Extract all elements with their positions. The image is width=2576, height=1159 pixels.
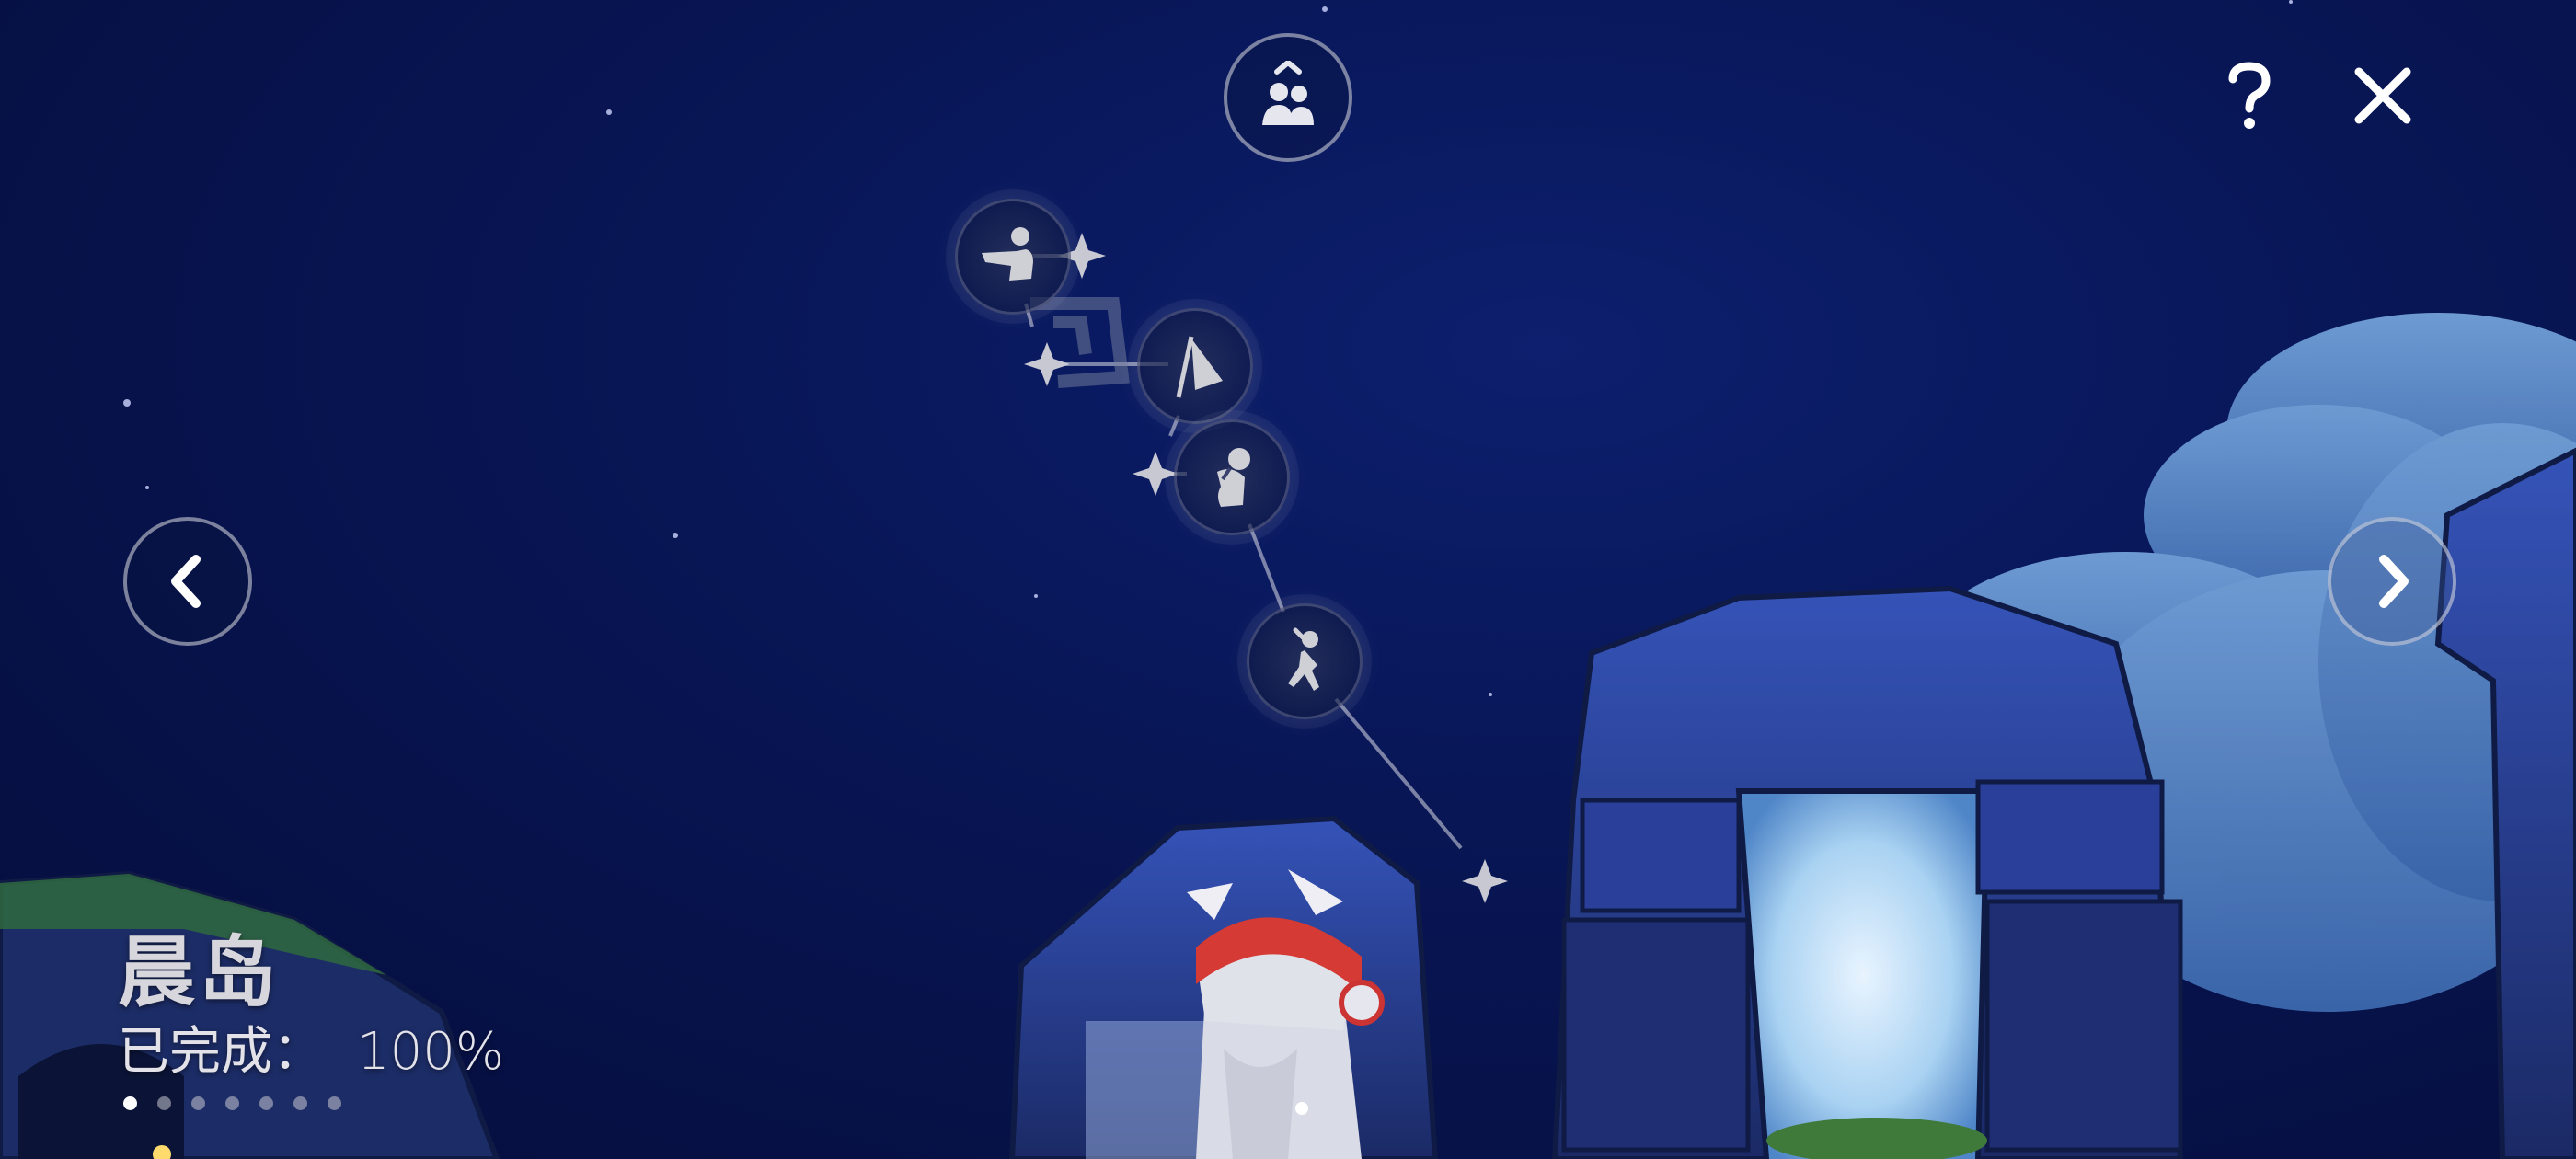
page-indicator (123, 1096, 341, 1110)
page-dot[interactable] (328, 1096, 341, 1110)
prev-region-button[interactable] (123, 517, 252, 646)
page-dot[interactable] (225, 1096, 239, 1110)
progress-value: 100% (357, 1022, 505, 1082)
spirit-node-bowing[interactable] (1174, 419, 1290, 535)
progress-label: 已完成： (118, 1022, 324, 1082)
friends-button[interactable] (1224, 33, 1352, 162)
running-spirit-icon (1288, 627, 1319, 691)
page-dot[interactable] (123, 1096, 137, 1110)
help-button[interactable] (2217, 57, 2282, 134)
page-dot[interactable] (293, 1096, 307, 1110)
page-dot[interactable] (259, 1096, 273, 1110)
chevron-left-icon (171, 555, 201, 608)
constellation-lines (1010, 233, 1508, 903)
friends-icon (1262, 61, 1314, 125)
spirit-node-flag[interactable] (1137, 308, 1253, 424)
close-icon (2354, 67, 2411, 124)
progress-row: 已完成： 100% (118, 1010, 504, 1084)
pointing-spirit-icon (982, 227, 1033, 281)
page-dot[interactable] (157, 1096, 171, 1110)
next-region-button[interactable] (2328, 517, 2456, 646)
bowing-spirit-icon (1217, 448, 1250, 507)
spirit-node-running[interactable] (1247, 603, 1363, 719)
game-scene: 晨岛 已完成： 100% (0, 0, 2576, 1159)
spirit-node-pointing[interactable] (955, 199, 1071, 315)
close-button[interactable] (2346, 59, 2420, 132)
question-icon (2228, 62, 2271, 129)
chevron-right-icon (2379, 555, 2409, 608)
flag-spirit-icon (1176, 336, 1223, 398)
region-title: 晨岛 (118, 927, 281, 1017)
page-dot[interactable] (191, 1096, 205, 1110)
